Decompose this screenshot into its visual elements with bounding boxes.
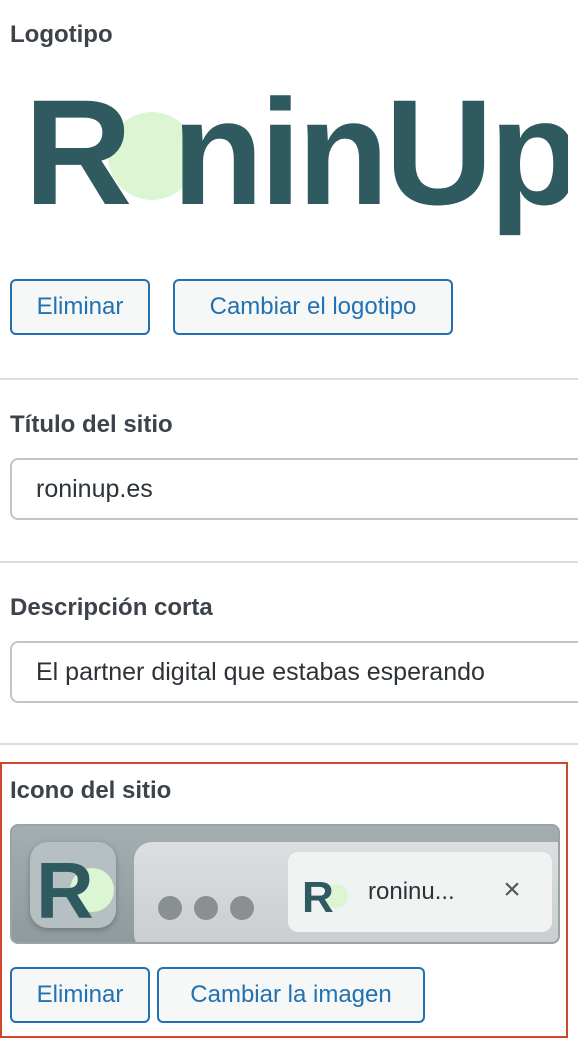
tagline-label: Descripción corta (10, 594, 213, 621)
browser-tab-preview: R roninu... × (288, 852, 552, 932)
section-divider (0, 743, 578, 745)
favicon-icon: R (300, 868, 348, 922)
window-dot-icon (194, 896, 218, 920)
tagline-input[interactable] (10, 641, 578, 703)
site-title-input[interactable] (10, 458, 578, 520)
change-logo-button[interactable]: Cambiar el logotipo (173, 279, 453, 335)
remove-icon-button[interactable]: Eliminar (10, 967, 150, 1023)
site-icon-label: Icono del sitio (10, 777, 172, 804)
app-icon-preview: R (30, 842, 116, 928)
site-icon-preview: R R roninu... × (10, 824, 560, 944)
site-title-label: Título del sitio (10, 411, 173, 438)
window-dot-icon (158, 896, 182, 920)
favicon-letter: R (302, 873, 334, 916)
tab-title: roninu... (368, 878, 455, 905)
section-divider (0, 378, 578, 380)
close-icon: × (503, 873, 521, 906)
change-icon-button[interactable]: Cambiar la imagen (157, 967, 425, 1023)
browser-chrome-preview: R roninu... × (134, 842, 558, 942)
site-logo: R ninUp (24, 68, 578, 250)
app-icon-letter: R (36, 846, 94, 928)
logo-section-label: Logotipo (10, 21, 113, 48)
window-dot-icon (230, 896, 254, 920)
section-divider (0, 561, 578, 563)
remove-logo-button[interactable]: Eliminar (10, 279, 150, 335)
svg-text:ninUp: ninUp (172, 80, 568, 236)
svg-text:R: R (24, 80, 130, 236)
